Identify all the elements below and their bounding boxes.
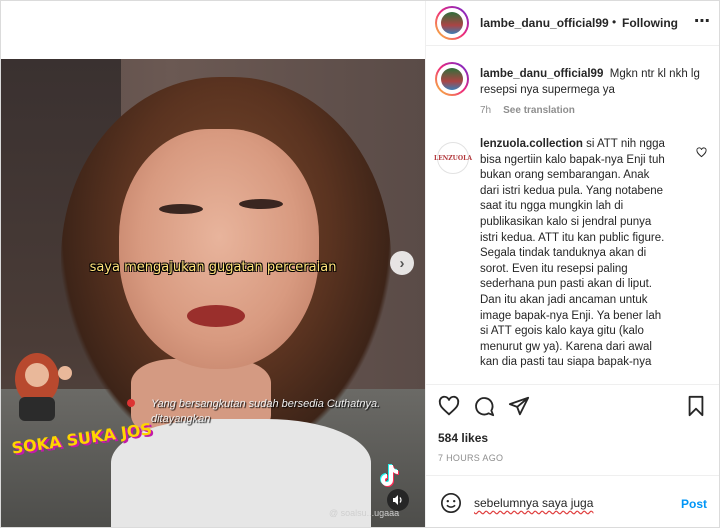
comment-line: Dan itu akan jadi ancaman untuk [480,293,648,306]
comment-line: image bapak-nya Enji. Ya bener lah [480,309,662,322]
comment-input[interactable]: sebelumnya saya juga [474,496,664,510]
video-player[interactable]: SOKA SUKA JOS Yang bersangkutan sudah be… [1,59,425,527]
heart-icon[interactable] [696,147,707,158]
header-separator: • [612,15,617,29]
speaker-icon [393,495,402,505]
comment-icon[interactable] [473,395,495,417]
video-subject-eye [239,199,283,209]
following-button[interactable]: Following [622,16,678,30]
post-button[interactable]: Post [681,497,707,511]
comment-username[interactable]: lambe_danu_official99 [480,68,603,80]
avatar[interactable] [435,62,469,96]
video-subject-eye [159,204,203,214]
comment-line: bukan orang sembarangan. Anak [480,169,650,182]
post-header: lambe_danu_official99 • Following ⋯ [426,1,719,46]
tv-show-logo-icon [15,353,72,421]
avatar[interactable] [435,6,469,40]
caption-meta: 7h See translation [480,105,575,116]
heart-icon[interactable] [438,395,460,417]
share-icon[interactable] [508,395,530,417]
comment-time: 7h [480,105,492,116]
tiktok-icon [380,464,399,487]
add-comment-bar: sebelumnya saya juga Post [426,475,719,528]
comment-username[interactable]: lenzuola.collection [480,138,583,150]
video-caption: saya mengajukan gugatan perceraian [89,260,337,275]
post-media: SOKA SUKA JOS Yang bersangkutan sudah be… [1,1,425,527]
next-media-button[interactable]: › [390,251,414,275]
likes-count[interactable]: 584 likes [438,431,488,445]
list-item: lenzuola.collection si ATT nih ngga bisa… [480,137,692,371]
post-timestamp: 7 HOURS AGO [438,453,504,463]
header-username[interactable]: lambe_danu_official99 [480,16,609,30]
comment-line: kan dia pasti tau siapa bapak-nya [480,356,652,369]
caption-comment: lambe_danu_official99 Mgkn ntr kl nkh lg… [480,67,712,98]
comment-line: dari istri kedua pula. Yang notabene [480,184,664,197]
comment-line: bisa ngertiin kalo bapak-nya Enji tuh [480,153,665,166]
record-dot-icon [127,399,135,407]
comments-list[interactable]: lambe_danu_official99 Mgkn ntr kl nkh lg… [426,46,719,384]
emoji-icon[interactable] [440,492,462,514]
comment-line: Segala tindak tanduknya akan di [480,247,647,260]
comment-line: si ATT nih ngga [586,138,665,150]
comment-line: saat itu ngga mungkin lah di [480,200,624,213]
audio-toggle-button[interactable] [387,489,409,511]
avatar-logo-text: LENZUOLA [434,154,472,162]
avatar[interactable]: LENZUOLA [434,142,472,174]
chevron-right-icon: › [399,254,405,272]
comment-line: sorot. Even itu resepsi paling [480,262,628,275]
comment-line: sederhana pun pasti akan di liput. [480,278,652,291]
more-options-icon[interactable]: ⋯ [694,11,710,31]
video-subject-mouth [187,305,245,327]
video-subtitle: Yang bersangkutan sudah bersedia Cuthatn… [151,398,381,425]
comment-line: publikasikan kalo si jendral punya [480,215,652,228]
post-actions [426,384,719,429]
bookmark-icon[interactable] [686,395,706,417]
comment-line: menurut gw ya). Karena dari awal [480,340,652,353]
comment-line: istri kedua. ATT itu kan public figure. [480,231,665,244]
see-translation-link[interactable]: See translation [503,105,575,116]
video-watermark: @ soalsu...ugaaa [329,508,400,518]
comment-line: si ATT egois kalo kaya gitu (kalo [480,325,644,338]
video-subject-face [119,129,319,369]
post-sidebar: lambe_danu_official99 • Following ⋯ lamb… [425,1,719,527]
